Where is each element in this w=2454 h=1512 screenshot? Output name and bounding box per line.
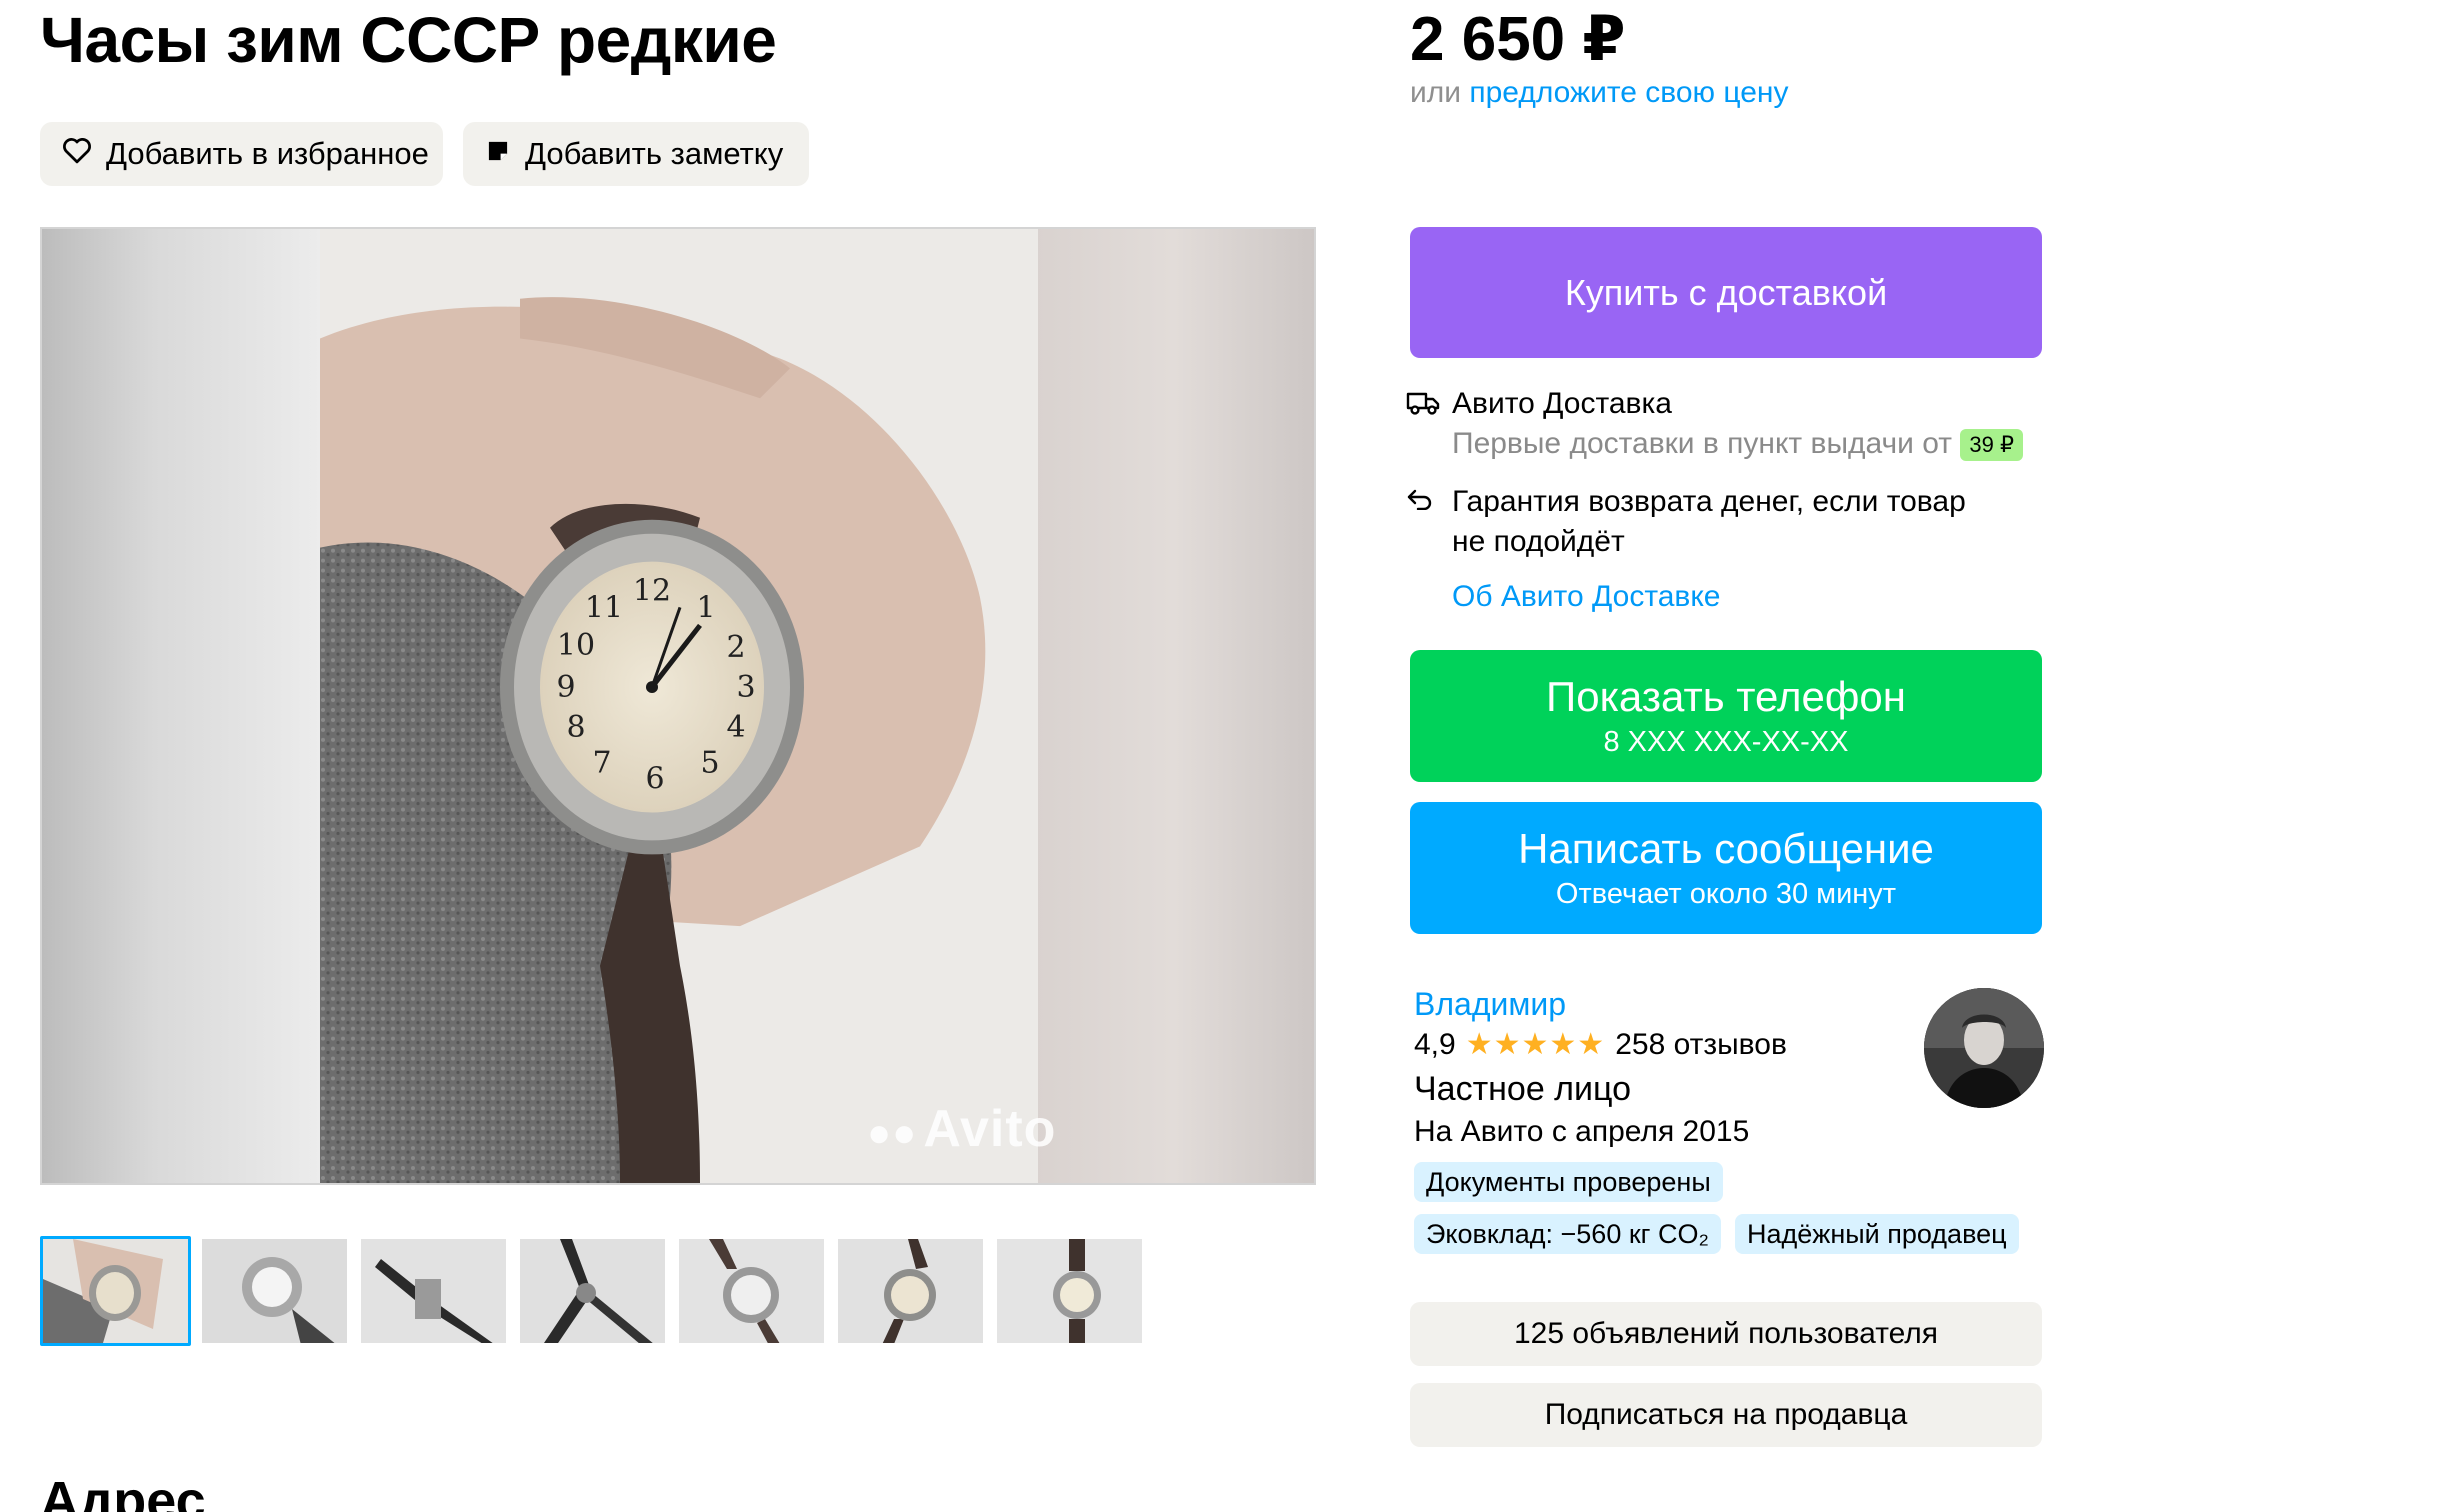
phone-number-mask: 8 XXX XXX-XX-XX (1603, 726, 1849, 758)
tag-documents-verified: Документы проверены (1414, 1162, 1723, 1202)
thumbnail-5[interactable] (676, 1236, 827, 1346)
gallery-blur-right (1034, 229, 1314, 1183)
seller-avatar[interactable] (1924, 988, 2044, 1108)
gallery-blur-left (42, 229, 322, 1183)
thumbnail-4[interactable] (517, 1236, 668, 1346)
delivery-subtitle: Первые доставки в пункт выдачи от (1452, 427, 1953, 460)
delivery-info: Авито Доставка Первые доставки в пункт в… (1406, 384, 2046, 614)
svg-text:1: 1 (696, 590, 715, 625)
note-icon (485, 136, 511, 172)
svg-text:11: 11 (585, 590, 623, 625)
guarantee-line-2: не подойдёт (1452, 525, 1625, 558)
thumbnail-7[interactable] (994, 1236, 1145, 1346)
add-to-favorites-button[interactable]: Добавить в избранное (40, 122, 443, 186)
write-message-button[interactable]: Написать сообщение Отвечает около 30 мин… (1410, 802, 2042, 934)
thumbnail-2[interactable] (199, 1236, 350, 1346)
show-phone-label: Показать телефон (1546, 673, 1906, 720)
tag-eco-contribution: Эковклад: −560 кг CO₂ (1414, 1214, 1721, 1254)
svg-text:9: 9 (556, 670, 575, 705)
thumbnail-6[interactable] (835, 1236, 986, 1346)
buy-with-delivery-button[interactable]: Купить с доставкой (1410, 227, 2042, 358)
svg-text:10: 10 (557, 628, 595, 663)
listing-title: Часы зим СССР редкие (40, 4, 777, 76)
guarantee-line-1: Гарантия возврата денег, если товар (1452, 485, 1966, 518)
seller-tags: Документы проверены Эковклад: −560 кг CO… (1414, 1162, 2054, 1254)
svg-text:8: 8 (566, 710, 585, 745)
delivery-title: Авито Доставка (1452, 387, 1672, 420)
write-message-label: Написать сообщение (1518, 825, 1934, 872)
show-phone-button[interactable]: Показать телефон 8 XXX XXX-XX-XX (1410, 650, 2042, 782)
svg-text:3: 3 (736, 670, 755, 705)
buy-with-delivery-label: Купить с доставкой (1564, 271, 1888, 313)
about-delivery-link[interactable]: Об Авито Доставке (1452, 580, 2046, 614)
user-ads-button[interactable]: 125 объявлений пользователя (1410, 1302, 2042, 1366)
price: 2 650 ₽ (1410, 5, 1626, 74)
return-arrow-icon (1406, 482, 1440, 515)
user-ads-label: 125 объявлений пользователя (1513, 1317, 1939, 1350)
main-photo: 12 1 2 3 4 5 6 7 8 9 10 11 (320, 229, 1038, 1183)
listing-page: Часы зим СССР редкие Добавить в избранно… (0, 0, 2454, 1512)
add-to-favorites-label: Добавить в избранное (106, 136, 429, 171)
star-rating-icons: ★★★★★ (1465, 1028, 1606, 1061)
delivery-subtitle-row: Первые доставки в пункт выдачи от 39 ₽ (1452, 424, 2023, 464)
subscribe-seller-label: Подписаться на продавца (1544, 1398, 1908, 1431)
address-heading: Адрес (40, 1471, 206, 1512)
svg-text:2: 2 (726, 630, 745, 665)
thumbnail-strip (40, 1236, 1145, 1346)
avito-watermark: ●● Avito (867, 1100, 1057, 1158)
svg-text:6: 6 (645, 762, 664, 797)
svg-text:4: 4 (726, 710, 745, 745)
heart-icon (62, 136, 92, 172)
offer-prefix: или (1410, 76, 1462, 109)
svg-text:5: 5 (700, 746, 719, 781)
seller-reviews-link[interactable]: 258 отзывов (1615, 1024, 1787, 1066)
delivery-price-badge: 39 ₽ (1960, 429, 2023, 462)
thumbnail-1[interactable] (40, 1236, 191, 1346)
seller-since: На Авито с апреля 2015 (1414, 1115, 1750, 1148)
offer-price-row: или предложите свою цену (1410, 76, 1789, 110)
tag-reliable-seller: Надёжный продавец (1735, 1214, 2019, 1254)
thumbnail-3[interactable] (358, 1236, 509, 1346)
photo-gallery[interactable]: 12 1 2 3 4 5 6 7 8 9 10 11 ●● Avito (40, 227, 1316, 1185)
subscribe-seller-button[interactable]: Подписаться на продавца (1410, 1383, 2042, 1447)
truck-icon (1406, 384, 1440, 421)
svg-text:7: 7 (592, 746, 611, 781)
add-note-label: Добавить заметку (525, 136, 784, 171)
svg-text:12: 12 (633, 573, 671, 608)
response-time: Отвечает около 30 минут (1555, 878, 1897, 910)
listing-actions: Добавить в избранное Добавить заметку (40, 122, 809, 186)
add-note-button[interactable]: Добавить заметку (463, 122, 809, 186)
seller-rating-value: 4,9 (1414, 1028, 1456, 1061)
offer-price-link[interactable]: предложите свою цену (1469, 76, 1788, 109)
